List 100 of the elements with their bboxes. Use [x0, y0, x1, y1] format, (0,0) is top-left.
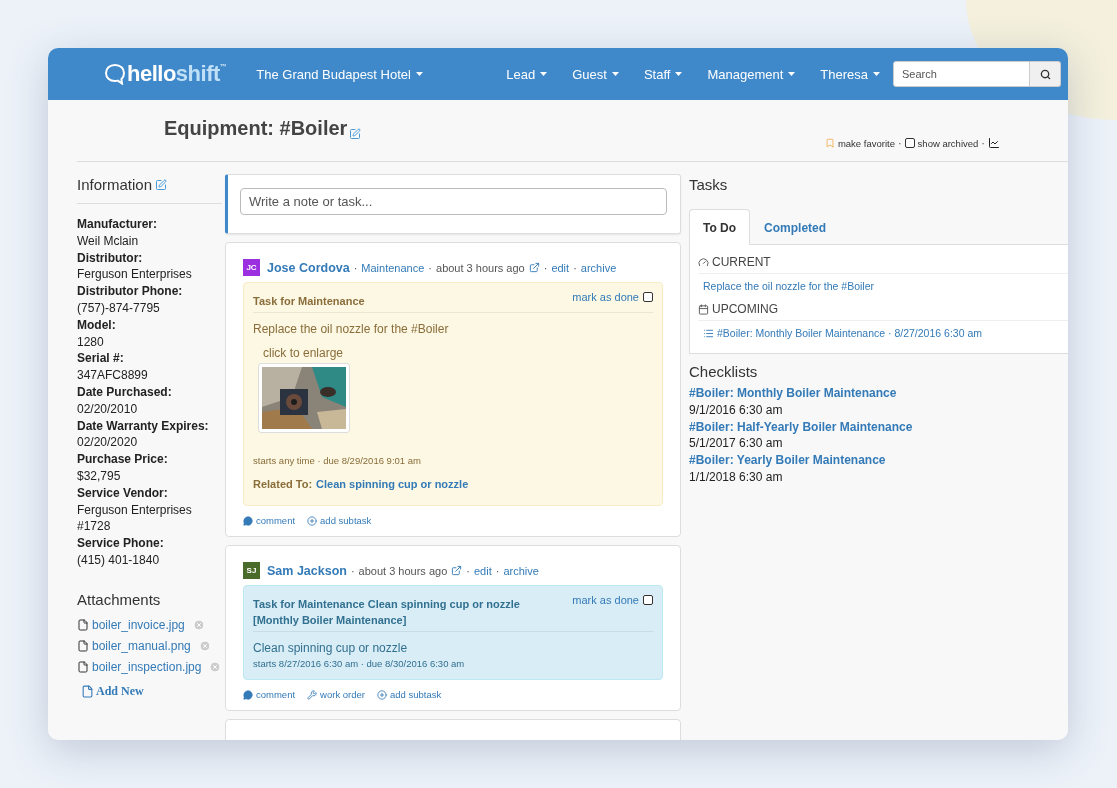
field-value: Weil Mclain [77, 232, 140, 250]
field-label: Model: [77, 316, 117, 334]
search-button[interactable] [1030, 61, 1061, 87]
task-schedule: starts any time · due 8/29/2016 9:01 am [253, 455, 422, 466]
task-schedule: starts 8/27/2016 6:30 am · due 8/30/2016 6:30 am [253, 658, 466, 669]
add-subtask-link[interactable]: add subtask [376, 689, 442, 700]
related-link[interactable]: Clean spinning cup or nozzle [316, 478, 469, 490]
field-value: Ferguson Enterprises [77, 266, 193, 284]
search-field[interactable]: Search [893, 61, 1030, 87]
edit-icon[interactable] [349, 128, 362, 140]
list-icon [703, 327, 714, 339]
separator: · [981, 137, 985, 149]
attachment-link[interactable]: boiler_invoice.jpg [92, 618, 185, 633]
task-title: Task for Maintenance [253, 294, 366, 309]
external-link-icon[interactable] [528, 262, 540, 273]
field-value: $32,795 [77, 467, 122, 485]
caret-icon [675, 72, 683, 76]
image-caption: click to enlarge [263, 346, 345, 360]
section-heading: Attachments [77, 590, 162, 608]
external-link-icon[interactable] [451, 565, 463, 576]
checklist-date: 9/1/2016 6:30 am [689, 401, 784, 419]
file-icon [77, 619, 89, 632]
favorite-link[interactable]: make favorite [837, 137, 895, 149]
file-icon [77, 640, 89, 653]
section-heading: Checklists [689, 363, 759, 380]
checklist-link[interactable]: #Boiler: Monthly Boiler Maintenance [689, 385, 1068, 402]
separator: · [428, 261, 432, 274]
post-link[interactable]: archive [580, 261, 617, 274]
checklist-link[interactable]: #Boiler: Half-Yearly Boiler Maintenance [689, 418, 1068, 436]
tab[interactable]: To Do [689, 209, 751, 245]
comment-link[interactable]: comment [243, 515, 296, 526]
avatar: JC [243, 259, 260, 276]
author-link[interactable]: Jose Cordova [267, 260, 350, 275]
attachment-link[interactable]: boiler_manual.png [92, 639, 191, 654]
attachment-link[interactable]: boiler_inspection.jpg [92, 660, 202, 675]
edit-icon[interactable] [155, 178, 168, 191]
post-time: about 3 hours ago [436, 261, 525, 274]
group-heading: CURRENT [712, 255, 771, 269]
field-value: Ferguson Enterprises #1728 [77, 501, 193, 536]
separator: · [353, 261, 358, 274]
nav-menu[interactable]: Lead [506, 66, 548, 82]
separator: · [573, 261, 577, 274]
caret-icon [415, 72, 423, 76]
checklist-link[interactable]: #Boiler: Yearly Boiler Maintenance [689, 452, 1068, 469]
author-link[interactable]: Sam Jackson [267, 563, 347, 578]
field-label: Service Phone: [77, 535, 165, 552]
caret-icon [788, 72, 796, 76]
separator: · [466, 564, 470, 577]
post-link[interactable]: archive [503, 564, 539, 577]
field-label: Service Vendor: [77, 484, 169, 502]
field-label: Serial #: [77, 350, 125, 368]
field-value: (757)-874-7795 [77, 300, 161, 317]
plus-circle-icon [307, 515, 318, 526]
add-new-link[interactable]: Add New [81, 683, 222, 699]
section-heading: Tasks [689, 176, 729, 193]
field-label: Date Purchased: [77, 383, 173, 401]
calendar-icon [698, 303, 709, 315]
work-order-link[interactable]: work order [307, 689, 365, 700]
page-title: Equipment: #Boiler [164, 117, 348, 140]
group-heading: UPCOMING [712, 302, 778, 316]
checkbox[interactable] [643, 595, 653, 605]
category-link[interactable]: Maintenance [361, 261, 425, 274]
field-value: 02/20/2020 [77, 434, 139, 452]
tab[interactable]: Completed [750, 209, 841, 245]
post-link[interactable]: edit [551, 261, 570, 274]
separator: · [350, 564, 355, 577]
checkbox[interactable] [643, 292, 653, 302]
related-label: Related To: [253, 478, 313, 490]
mark-as-done[interactable]: mark as done [572, 291, 653, 303]
nav-menu[interactable]: Guest [572, 66, 619, 82]
field-label: Purchase Price: [77, 451, 169, 468]
hotel-menu[interactable]: The Grand Budapest Hotel [256, 66, 423, 82]
task-link[interactable]: #Boiler: Monthly Boiler Maintenance · 8/27/2016 6:30 am [698, 321, 1068, 345]
checkbox[interactable] [904, 138, 915, 148]
search-icon [1039, 68, 1051, 80]
checklist-date: 5/1/2017 6:30 am [689, 435, 784, 453]
field-value: 1280 [77, 333, 105, 351]
field-label: Date Warranty Expires: [77, 417, 210, 435]
add-subtask-link[interactable]: add subtask [307, 515, 372, 526]
nav-menu[interactable]: Management [707, 66, 796, 82]
post-link[interactable]: edit [473, 564, 492, 577]
nav-menu[interactable]: Staff [643, 66, 683, 82]
checkbox-label[interactable]: show archived [917, 137, 979, 149]
separator: · [543, 261, 548, 274]
field-value: 02/20/2010 [77, 400, 139, 418]
mark-as-done[interactable]: mark as done [572, 594, 653, 606]
task-link[interactable]: Replace the oil nozzle for the #Boiler [698, 274, 1068, 298]
comment-link[interactable]: comment [243, 689, 296, 700]
separator: · [495, 564, 500, 577]
task-title: Task for Maintenance Clean spinning cup or nozzle [Monthly Boiler Maintenance] [253, 597, 521, 628]
field-value: 347AFC8899 [77, 367, 149, 384]
field-label: Distributor: [77, 249, 144, 267]
plus-circle-icon [376, 689, 387, 700]
line-chart-icon[interactable] [988, 137, 1000, 149]
caret-icon [873, 72, 880, 76]
field-label: Distributor Phone: [77, 283, 184, 300]
nav-menu[interactable]: Theresa [820, 66, 880, 82]
field-label: Manufacturer: [77, 216, 158, 233]
speech-bubble-icon [243, 515, 253, 526]
note-input[interactable]: Write a note or task... [240, 188, 667, 215]
